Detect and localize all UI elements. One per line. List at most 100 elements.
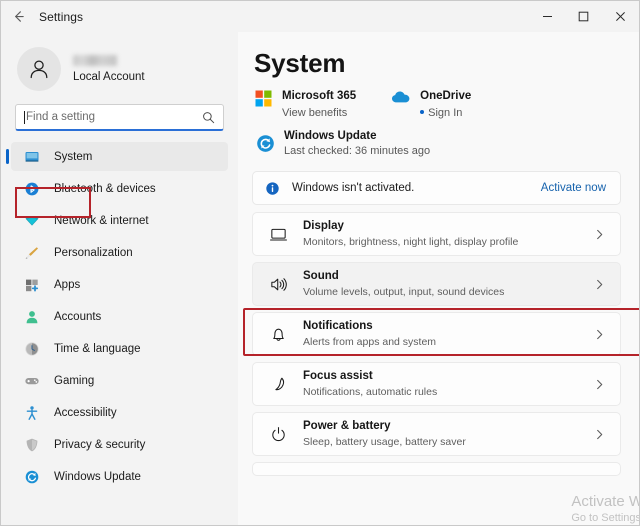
sidebar-item-label: Bluetooth & devices	[54, 183, 156, 195]
setting-row-power-battery[interactable]: Power & battery Sleep, battery usage, ba…	[252, 412, 621, 456]
setting-row-title: Display	[303, 220, 518, 233]
sidebar-item-accessibility[interactable]: Accessibility	[11, 398, 228, 427]
chevron-right-icon	[593, 378, 606, 391]
setting-row-subtitle: Notifications, automatic rules	[303, 386, 437, 398]
maximize-button[interactable]	[565, 1, 601, 32]
watermark-line-2: Go to Settings	[571, 512, 639, 524]
avatar	[17, 47, 61, 91]
sidebar-item-label: Windows Update	[54, 471, 141, 483]
chevron-right-icon	[593, 278, 606, 291]
account-type-label: Local Account	[73, 71, 145, 83]
display-icon	[265, 225, 291, 244]
setting-row-text: Sound Volume levels, output, input, soun…	[303, 270, 504, 298]
activate-now-link[interactable]: Activate now	[541, 182, 606, 194]
microsoft-365-card[interactable]: Microsoft 365 View benefits	[252, 85, 356, 119]
moon-icon	[265, 375, 291, 394]
chevron-right-icon	[593, 428, 606, 441]
microsoft-logo-icon	[252, 86, 274, 107]
shield-icon	[23, 437, 41, 453]
settings-list: Display Monitors, brightness, night ligh…	[252, 212, 621, 476]
watermark-line-1: Activate W	[571, 493, 639, 510]
person-icon	[26, 56, 52, 82]
status-dot	[420, 110, 424, 114]
gamepad-icon	[23, 373, 41, 389]
minimize-icon	[542, 11, 553, 22]
title-bar: Settings	[1, 1, 639, 32]
setting-row-display[interactable]: Display Monitors, brightness, night ligh…	[252, 212, 621, 256]
setting-row-focus-assist[interactable]: Focus assist Notifications, automatic ru…	[252, 362, 621, 406]
profile-section[interactable]: Local Account	[1, 34, 238, 96]
sidebar-item-label: Gaming	[54, 375, 94, 387]
sidebar-item-accounts[interactable]: Accounts	[11, 302, 228, 331]
setting-row-partial[interactable]	[252, 462, 621, 476]
setting-row-subtitle: Volume levels, output, input, sound devi…	[303, 286, 504, 298]
quick-card-title: Microsoft 365	[282, 90, 356, 102]
onedrive-card[interactable]: OneDrive Sign In	[390, 85, 471, 119]
sidebar-item-privacy-security[interactable]: Privacy & security	[11, 430, 228, 459]
search-input[interactable]: Find a setting	[15, 104, 224, 131]
windows-update-card[interactable]: Windows Update Last checked: 36 minutes …	[252, 125, 621, 161]
update-card-subtitle: Last checked: 36 minutes ago	[284, 145, 430, 157]
setting-row-text: Focus assist Notifications, automatic ru…	[303, 370, 437, 398]
sidebar-item-label: Time & language	[54, 343, 141, 355]
accessibility-icon	[23, 405, 41, 421]
windows-update-text: Windows Update Last checked: 36 minutes …	[284, 130, 430, 157]
setting-row-text: Notifications Alerts from apps and syste…	[303, 320, 436, 348]
username-masked	[73, 55, 117, 66]
info-icon	[265, 181, 280, 196]
sidebar-item-label: Accessibility	[54, 407, 117, 419]
apps-icon	[23, 277, 41, 293]
monitor-icon	[23, 149, 41, 165]
page-title: System	[254, 48, 621, 79]
setting-row-title: Sound	[303, 270, 504, 283]
bell-icon	[265, 325, 291, 344]
sidebar-item-time-language[interactable]: Time & language	[11, 334, 228, 363]
sidebar-item-bluetooth-devices[interactable]: Bluetooth & devices	[11, 174, 228, 203]
setting-row-title: Focus assist	[303, 370, 437, 383]
activation-message: Windows isn't activated.	[292, 182, 414, 194]
update-icon	[252, 134, 278, 153]
setting-row-subtitle: Monitors, brightness, night light, displ…	[303, 236, 518, 248]
setting-row-text: Display Monitors, brightness, night ligh…	[303, 220, 518, 248]
power-icon	[265, 425, 291, 444]
sidebar-item-apps[interactable]: Apps	[11, 270, 228, 299]
app-title: Settings	[39, 10, 83, 24]
sidebar-item-label: Network & internet	[54, 215, 149, 227]
back-button[interactable]	[1, 1, 35, 32]
paintbrush-icon	[23, 245, 41, 261]
bluetooth-icon	[23, 181, 41, 197]
window-controls	[529, 1, 639, 32]
sidebar-nav: System Bluetooth & devices	[1, 142, 238, 491]
setting-row-sound[interactable]: Sound Volume levels, output, input, soun…	[252, 262, 621, 306]
onedrive-cloud-icon	[390, 86, 412, 104]
activation-banner: Windows isn't activated. Activate now	[252, 171, 621, 205]
activation-watermark: Activate W Go to Settings	[571, 493, 639, 524]
close-button[interactable]	[601, 1, 639, 32]
settings-window: Settings	[0, 0, 640, 526]
microsoft-365-text: Microsoft 365 View benefits	[282, 86, 356, 119]
sidebar-item-network-internet[interactable]: Network & internet	[11, 206, 228, 235]
back-arrow-icon	[11, 9, 26, 24]
sidebar-item-label: Apps	[54, 279, 80, 291]
search-icon	[202, 111, 215, 124]
minimize-button[interactable]	[529, 1, 565, 32]
chevron-right-icon	[593, 328, 606, 341]
setting-row-title: Power & battery	[303, 420, 466, 433]
wifi-icon	[23, 213, 41, 229]
sidebar-item-personalization[interactable]: Personalization	[11, 238, 228, 267]
quick-cards-row: Microsoft 365 View benefits OneDrive Sig…	[252, 85, 621, 119]
sidebar-item-gaming[interactable]: Gaming	[11, 366, 228, 395]
sidebar-item-windows-update[interactable]: Windows Update	[11, 462, 228, 491]
profile-text: Local Account	[73, 55, 145, 83]
sidebar-item-label: Personalization	[54, 247, 133, 259]
main-content: System Microsoft 365 View benefits	[238, 32, 639, 526]
sidebar-item-system[interactable]: System	[11, 142, 228, 171]
quick-card-title: OneDrive	[420, 90, 471, 102]
speaker-icon	[265, 275, 291, 294]
sidebar-item-label: System	[54, 151, 92, 163]
maximize-icon	[578, 11, 589, 22]
update-icon	[23, 469, 41, 485]
chevron-right-icon	[593, 228, 606, 241]
setting-row-text: Power & battery Sleep, battery usage, ba…	[303, 420, 466, 448]
setting-row-notifications[interactable]: Notifications Alerts from apps and syste…	[252, 312, 621, 356]
